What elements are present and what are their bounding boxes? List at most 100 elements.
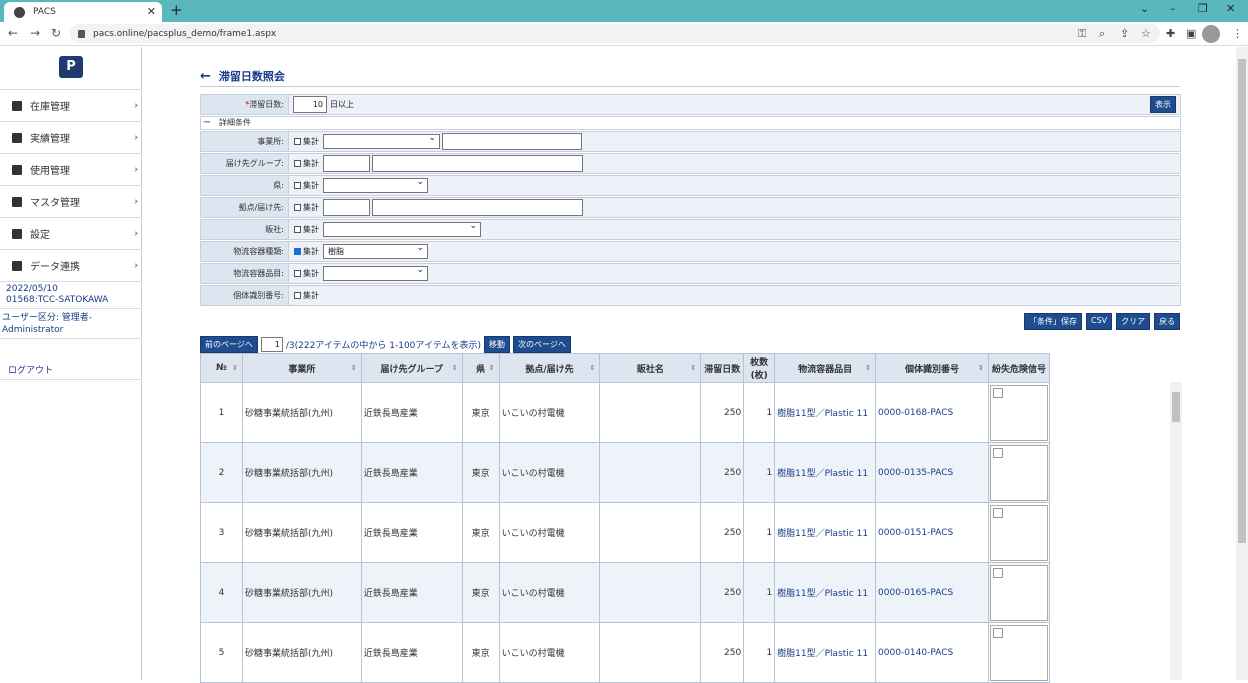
table-row[interactable]: 3 砂糖事業統括部(九州) 近鉄長島産業 東京 いこいの村電機 250 1 樹脂… xyxy=(200,502,1051,563)
profile-avatar[interactable] xyxy=(1202,25,1220,43)
dest-group-code-input[interactable] xyxy=(323,155,370,172)
cell-days: 250 xyxy=(700,382,745,443)
key-icon[interactable]: ⚿ xyxy=(1078,27,1086,41)
back-button[interactable]: 戻る xyxy=(1154,313,1181,330)
cell-qty: 1 xyxy=(743,382,776,443)
collapse-icon: ー xyxy=(203,118,211,127)
sidebar-item-usage[interactable]: 使用管理 › xyxy=(0,153,142,185)
base-code-input[interactable] xyxy=(323,199,370,216)
table-scroll-thumb[interactable] xyxy=(1172,392,1180,422)
sidebar-item-data-link[interactable]: データ連携 › xyxy=(0,249,142,281)
cell-item: 樹脂11型／Plastic 11 xyxy=(774,502,877,563)
col-id[interactable]: 個体識別番号 ⇕ xyxy=(875,353,989,383)
col-office[interactable]: 事業所 ⇕ xyxy=(241,353,362,383)
address-bar[interactable]: pacs.online/pacsplus_demo/frame1.aspx xyxy=(70,24,1160,43)
header-label: 販社名 xyxy=(636,364,664,375)
menu-dots-icon[interactable]: ⋮ xyxy=(1232,27,1243,40)
cell-dealer xyxy=(599,502,702,563)
chevron-right-icon: › xyxy=(134,196,138,207)
app-logo: P xyxy=(59,56,83,78)
table-header-row: № ⇕ 事業所 ⇕ 届け先グループ ⇕ 県 ⇕ 拠点/届け先 ⇕ 販社名 ⇕ 滞留日数 枚数… xyxy=(200,353,1051,383)
col-item[interactable]: 物流容器品目 ⇕ xyxy=(774,353,877,383)
dealer-select[interactable] xyxy=(323,220,481,237)
chevron-right-icon: › xyxy=(134,260,138,271)
aggregate-label: 集計 xyxy=(303,203,319,212)
sidebar-item-results[interactable]: 実績管理 › xyxy=(0,121,142,153)
next-page-button[interactable]: 次のページへ xyxy=(513,336,571,353)
forward-icon[interactable]: → xyxy=(30,26,40,40)
reload-icon[interactable]: ↻ xyxy=(51,26,61,40)
cell-qty: 1 xyxy=(743,562,776,623)
cell-qty: 1 xyxy=(743,502,776,563)
broken-image-icon xyxy=(989,385,1048,441)
col-pref[interactable]: 県 ⇕ xyxy=(461,353,500,383)
detail-toggle[interactable]: ー 詳細条件 xyxy=(200,116,1181,130)
table-row[interactable]: 2 砂糖事業統括部(九州) 近鉄長島産業 東京 いこいの村電機 250 1 樹脂… xyxy=(200,442,1051,503)
sidebar-item-settings[interactable]: 設定 › xyxy=(0,217,142,249)
move-button[interactable]: 移動 xyxy=(484,336,511,353)
page-input[interactable]: 1 xyxy=(260,337,283,352)
cell-days: 250 xyxy=(700,502,745,563)
prev-page-button[interactable]: 前のページへ xyxy=(200,336,258,353)
new-tab-icon[interactable]: + xyxy=(170,1,183,19)
cell-id: 0000-0165-PACS xyxy=(875,562,989,623)
table-row[interactable]: 5 砂糖事業統括部(九州) 近鉄長島産業 東京 いこいの村電機 250 1 樹脂… xyxy=(200,622,1051,683)
dest-group-label: 届け先グループ: xyxy=(201,154,289,173)
cell-base: いこいの村電機 xyxy=(498,382,601,443)
sidebar-item-inventory[interactable]: 在庫管理 › xyxy=(0,89,142,121)
sort-icon: ⇕ xyxy=(350,364,357,372)
col-no[interactable]: № ⇕ xyxy=(200,353,243,383)
page-scroll-thumb[interactable] xyxy=(1238,59,1246,543)
back-arrow-icon[interactable]: ← xyxy=(200,69,211,84)
extensions-icon[interactable]: ✚ xyxy=(1166,27,1175,40)
container-item-aggregate-checkbox[interactable] xyxy=(294,270,301,277)
table-scrollbar[interactable] xyxy=(1170,382,1182,680)
cell-id: 0000-0135-PACS xyxy=(875,442,989,503)
base-aggregate-checkbox[interactable] xyxy=(294,204,301,211)
close-tab-icon[interactable]: ✕ xyxy=(147,5,156,18)
col-dest-group[interactable]: 届け先グループ ⇕ xyxy=(360,353,463,383)
days-input[interactable]: 10 xyxy=(293,96,327,113)
container-type-aggregate-checkbox[interactable] xyxy=(294,248,301,255)
col-days[interactable]: 滞留日数 xyxy=(700,353,745,383)
container-item-select[interactable] xyxy=(323,264,428,281)
cell-pref: 東京 xyxy=(461,382,500,443)
browser-tab[interactable]: PACS ✕ xyxy=(4,2,162,22)
office-aggregate-checkbox[interactable] xyxy=(294,138,301,145)
container-type-select[interactable]: 樹脂 xyxy=(323,242,428,259)
office-text-input[interactable] xyxy=(442,133,582,150)
individual-id-aggregate-checkbox[interactable] xyxy=(294,292,301,299)
close-window-icon[interactable]: ✕ xyxy=(1226,2,1235,15)
table-row[interactable]: 4 砂糖事業統括部(九州) 近鉄長島産業 東京 いこいの村電機 250 1 樹脂… xyxy=(200,562,1051,623)
dest-group-name-input[interactable] xyxy=(372,155,583,172)
back-icon[interactable]: ← xyxy=(8,26,18,40)
dest-group-aggregate-checkbox[interactable] xyxy=(294,160,301,167)
table-row[interactable]: 1 砂糖事業統括部(九州) 近鉄長島産業 東京 いこいの村電機 250 1 樹脂… xyxy=(200,382,1051,443)
page-scrollbar[interactable] xyxy=(1236,47,1248,680)
save-conditions-button[interactable]: 「条件」保存 xyxy=(1024,313,1082,330)
office-select[interactable] xyxy=(323,132,440,149)
base-name-input[interactable] xyxy=(372,199,583,216)
col-loss-risk[interactable]: 紛失危険信号 xyxy=(987,353,1051,383)
pref-select[interactable] xyxy=(323,176,428,193)
csv-button[interactable]: CSV xyxy=(1086,313,1113,330)
minimize-icon[interactable]: – xyxy=(1170,2,1176,15)
show-button[interactable]: 表示 xyxy=(1150,96,1176,113)
cell-no: 5 xyxy=(200,622,243,683)
logout-link[interactable]: ログアウト xyxy=(0,338,142,380)
share-icon[interactable]: ⇪ xyxy=(1120,27,1129,40)
col-qty[interactable]: 枚数(枚) xyxy=(743,353,776,383)
sidebar-item-master[interactable]: マスタ管理 › xyxy=(0,185,142,217)
col-base[interactable]: 拠点/届け先 ⇕ xyxy=(498,353,601,383)
col-dealer[interactable]: 販社名 ⇕ xyxy=(599,353,702,383)
restore-icon[interactable]: ❐ xyxy=(1198,2,1208,15)
star-icon[interactable]: ☆ xyxy=(1141,27,1151,40)
chevron-down-icon[interactable]: ⌄ xyxy=(1140,2,1149,15)
dealer-aggregate-checkbox[interactable] xyxy=(294,226,301,233)
clear-button[interactable]: クリア xyxy=(1116,313,1151,330)
sidepanel-icon[interactable]: ▣ xyxy=(1186,27,1196,40)
pref-aggregate-checkbox[interactable] xyxy=(294,182,301,189)
detail-label: 詳細条件 xyxy=(219,118,251,127)
office-label: 事業所: xyxy=(201,132,289,151)
zoom-icon[interactable]: ⌕ xyxy=(1099,27,1105,41)
